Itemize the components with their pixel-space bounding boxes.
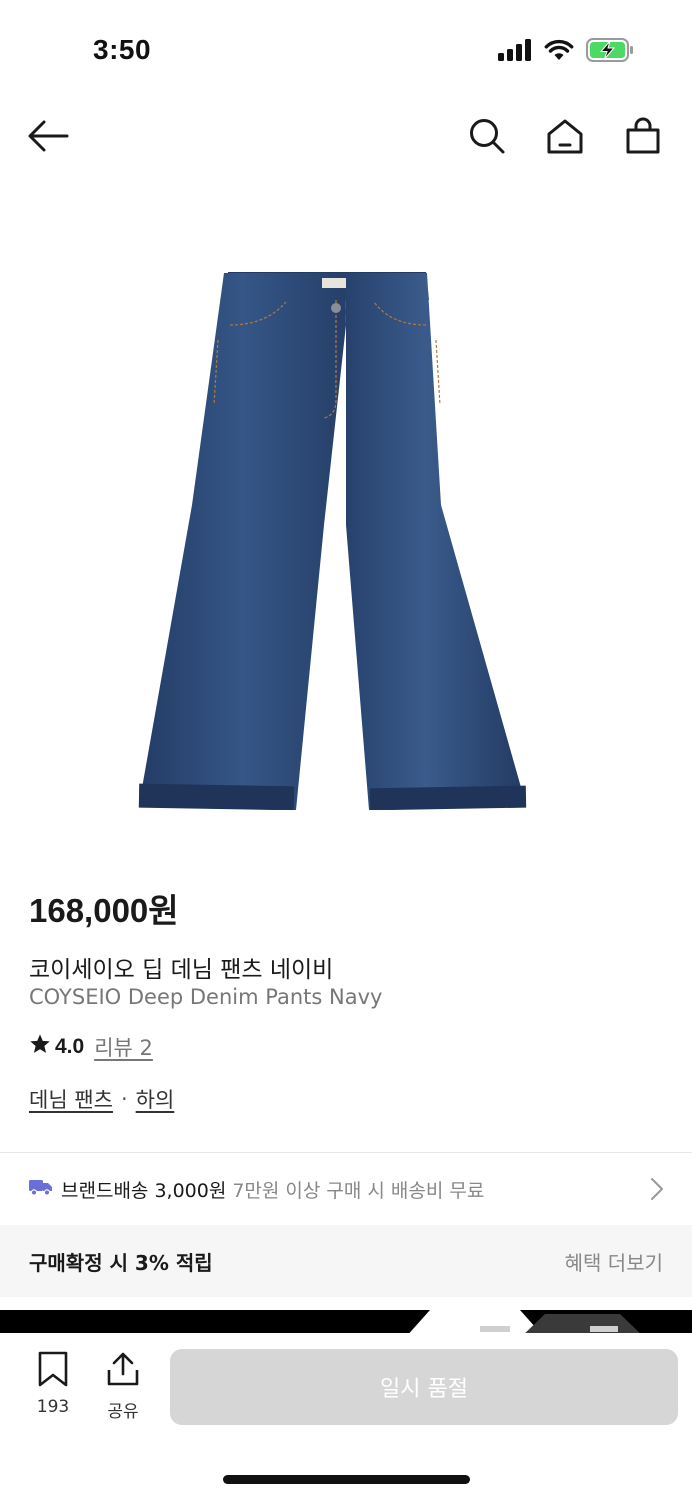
review-link[interactable]: 리뷰 2 [94, 1032, 153, 1062]
status-time: 3:50 [93, 34, 152, 65]
category-link-bottoms[interactable]: 하의 [136, 1084, 175, 1114]
category-breadcrumb: 데님 팬츠 · 하의 [29, 1084, 174, 1114]
home-icon[interactable] [543, 114, 587, 158]
battery-charging-icon [586, 38, 634, 67]
shipping-description: 7만원 이상 구매 시 배송비 무료 [232, 1179, 485, 1202]
top-navigation [0, 100, 692, 170]
bookmark-count: 193 [36, 1397, 70, 1417]
status-bar: 3:50 [0, 0, 692, 100]
share-label: 공유 [107, 1402, 139, 1422]
benefit-row: 구매확정 시 3% 적립 혜택 더보기 [0, 1225, 692, 1297]
wifi-icon [544, 39, 574, 66]
category-separator: · [120, 1087, 128, 1111]
shipping-info-row[interactable]: 브랜드배송 3,000원 7만원 이상 구매 시 배송비 무료 [0, 1153, 692, 1225]
denim-pants-image [138, 272, 527, 810]
search-icon[interactable] [465, 114, 509, 158]
rating-value: 4.0 [55, 1035, 85, 1058]
status-icons [498, 38, 634, 67]
share-button[interactable]: 공유 [95, 1351, 151, 1422]
benefit-more-link[interactable]: 혜택 더보기 [565, 1247, 663, 1276]
chevron-right-icon [650, 1177, 664, 1206]
sold-out-button[interactable]: 일시 품절 [170, 1349, 678, 1425]
signal-icon [498, 39, 532, 66]
product-name-korean: 코이세이오 딥 데님 팬츠 네이비 [29, 957, 334, 983]
category-link-denim-pants[interactable]: 데님 팬츠 [29, 1084, 113, 1114]
bookmark-button[interactable]: 193 [25, 1351, 81, 1417]
home-indicator[interactable] [223, 1475, 470, 1484]
product-image[interactable] [0, 195, 692, 845]
back-arrow-icon[interactable] [26, 114, 70, 158]
truck-icon [29, 1178, 53, 1201]
shopping-bag-icon[interactable] [621, 114, 665, 158]
product-name-english: COYSEIO Deep Denim Pants Navy [29, 985, 383, 1009]
product-price: 168,000원 [29, 892, 179, 929]
star-icon [29, 1033, 51, 1061]
benefit-title: 구매확정 시 3% 적립 [29, 1250, 213, 1275]
rating-row: 4.0 리뷰 2 [29, 1032, 153, 1062]
share-icon [106, 1351, 140, 1391]
shipping-title: 브랜드배송 3,000원 [61, 1179, 227, 1202]
bookmark-icon [37, 1351, 69, 1391]
bottom-action-bar: 193 공유 일시 품절 [0, 1333, 692, 1500]
